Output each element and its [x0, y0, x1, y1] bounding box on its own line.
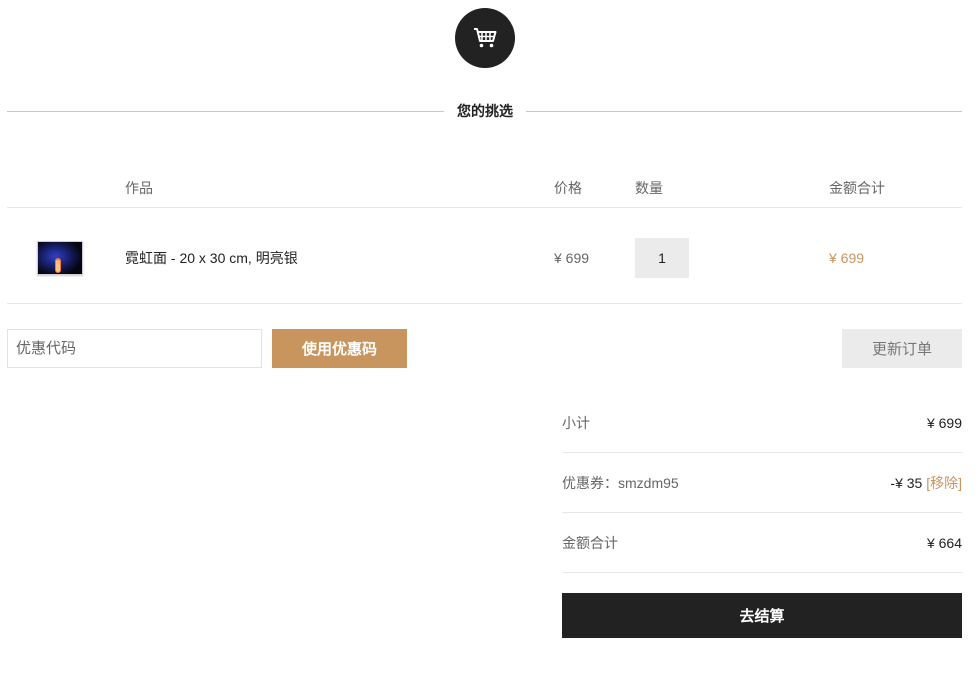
coupon-discount: -¥ 35 [移除]: [890, 473, 962, 493]
order-total-label: 金额合计: [562, 535, 618, 551]
apply-coupon-button[interactable]: 使用优惠码: [272, 329, 407, 368]
page-title: 您的挑选: [457, 103, 513, 119]
product-thumbnail[interactable]: [37, 241, 83, 275]
divider: [7, 207, 962, 208]
product-name[interactable]: 霓虹面 - 20 x 30 cm, 明亮银: [125, 248, 298, 268]
divider: [7, 111, 444, 112]
subtotal-label: 小计: [562, 415, 590, 431]
divider: [562, 572, 962, 573]
coupon-code-input[interactable]: [7, 329, 262, 368]
divider: [562, 452, 962, 453]
divider: [526, 111, 962, 112]
subtotal-value: ¥ 699: [926, 415, 962, 431]
update-order-button[interactable]: 更新订单: [842, 329, 962, 368]
section-header: 您的挑选: [7, 100, 962, 122]
shopping-cart-icon: [474, 28, 497, 48]
row-total: ¥ 699: [829, 250, 865, 266]
coupon-applied-label: 优惠券：smzdm95: [562, 475, 679, 491]
order-total-value: ¥ 664: [926, 535, 962, 551]
quantity-input[interactable]: 1: [635, 238, 689, 278]
column-header-quantity: 数量: [635, 180, 663, 196]
product-image: [38, 242, 82, 274]
checkout-button[interactable]: 去结算: [562, 593, 962, 638]
divider: [7, 303, 962, 304]
divider: [562, 512, 962, 513]
coupon-discount-value: -¥ 35: [890, 475, 923, 491]
column-header-price: 价格: [554, 180, 582, 196]
column-header-product: 作品: [125, 180, 153, 196]
column-header-total: 金额合计: [829, 180, 885, 196]
product-price: ¥ 699: [554, 250, 590, 266]
cart-badge: [455, 8, 515, 68]
remove-coupon-link[interactable]: [移除]: [926, 475, 962, 491]
